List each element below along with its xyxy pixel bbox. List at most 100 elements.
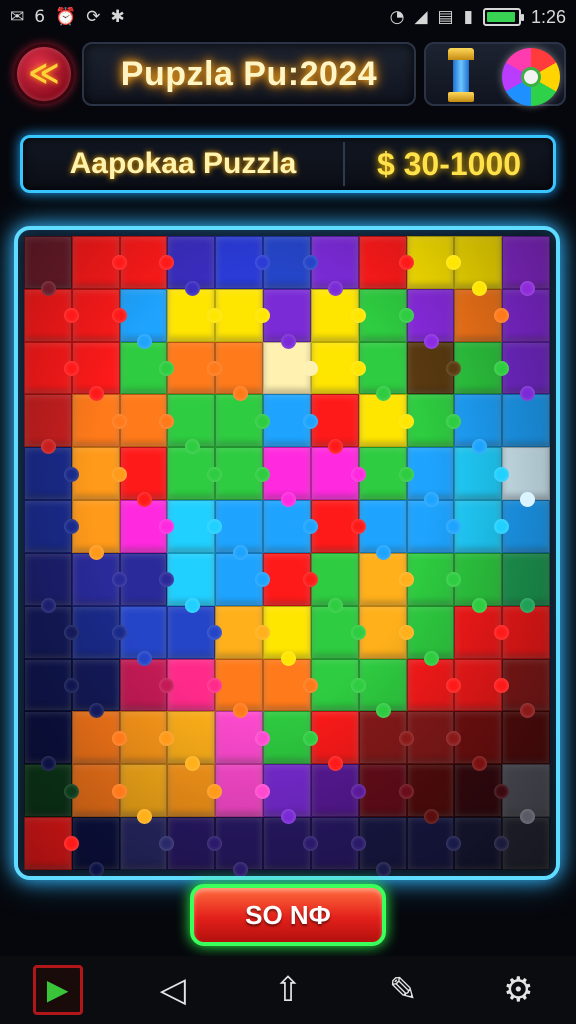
puzzle-piece[interactable] [167, 394, 216, 455]
puzzle-piece[interactable] [454, 236, 503, 296]
puzzle-piece[interactable] [119, 341, 175, 395]
puzzle-piece[interactable] [310, 817, 366, 870]
puzzle-piece[interactable] [167, 447, 223, 501]
puzzle-piece[interactable] [310, 288, 366, 342]
puzzle-piece[interactable] [24, 711, 72, 772]
puzzle-piece[interactable] [502, 394, 550, 448]
puzzle-piece[interactable] [24, 288, 79, 342]
puzzle-piece[interactable] [215, 500, 264, 560]
puzzle-piece[interactable] [502, 288, 550, 342]
puzzle-piece[interactable] [215, 552, 270, 606]
puzzle-piece[interactable] [310, 552, 359, 613]
puzzle-piece[interactable] [263, 658, 318, 712]
puzzle-piece[interactable] [24, 236, 72, 296]
puzzle-piece[interactable] [119, 394, 175, 448]
puzzle-piece[interactable] [167, 236, 216, 296]
puzzle-piece[interactable] [454, 500, 509, 553]
puzzle-piece[interactable] [119, 552, 175, 606]
puzzle-piece[interactable] [502, 552, 550, 613]
puzzle-piece[interactable] [358, 447, 414, 501]
puzzle-piece[interactable] [263, 552, 318, 606]
puzzle-piece[interactable] [502, 711, 550, 765]
puzzle-piece[interactable] [263, 605, 311, 666]
puzzle-piece[interactable] [119, 288, 168, 349]
puzzle-piece[interactable] [406, 552, 462, 606]
puzzle-piece[interactable] [358, 764, 414, 818]
puzzle-piece[interactable] [167, 341, 223, 395]
puzzle-piece[interactable] [502, 447, 550, 507]
puzzle-piece[interactable] [263, 447, 311, 507]
puzzle-piece[interactable] [71, 394, 127, 448]
puzzle-piece[interactable] [167, 605, 223, 659]
puzzle-piece[interactable] [358, 500, 407, 560]
puzzle-piece[interactable] [406, 394, 462, 448]
puzzle-piece[interactable] [263, 711, 318, 765]
puzzle-piece[interactable] [406, 658, 462, 712]
puzzle-piece[interactable] [358, 817, 407, 876]
edit-icon[interactable]: ✎ [373, 962, 433, 1018]
puzzle-piece[interactable] [215, 605, 270, 659]
puzzle-piece[interactable] [119, 447, 168, 507]
puzzle-piece[interactable] [263, 236, 318, 289]
prize-wheel-icon[interactable] [502, 48, 560, 106]
puzzle-piece[interactable] [119, 711, 175, 765]
puzzle-piece[interactable] [119, 605, 168, 666]
puzzle-piece[interactable] [310, 658, 366, 712]
puzzle-piece[interactable] [358, 605, 414, 659]
puzzle-piece[interactable] [502, 341, 550, 402]
puzzle-piece[interactable] [454, 341, 509, 395]
puzzle-piece[interactable] [71, 711, 127, 765]
puzzle-piece[interactable] [167, 764, 223, 818]
back-nav-icon[interactable]: ◁ [143, 962, 203, 1018]
puzzle-piece[interactable] [71, 447, 127, 501]
puzzle-piece[interactable] [167, 288, 223, 342]
puzzle-piece[interactable] [24, 500, 79, 553]
puzzle-piece[interactable] [454, 288, 509, 342]
puzzle-piece[interactable] [119, 236, 175, 289]
puzzle-piece[interactable] [215, 711, 270, 765]
trophy-tower-icon[interactable] [448, 48, 474, 104]
puzzle-piece[interactable] [406, 817, 462, 870]
play-button[interactable]: ▶ [28, 962, 88, 1018]
puzzle-piece[interactable] [502, 500, 550, 553]
puzzle-piece[interactable] [454, 817, 509, 870]
puzzle-piece[interactable] [502, 658, 550, 719]
puzzle-piece[interactable] [454, 552, 503, 613]
puzzle-piece[interactable] [502, 817, 550, 870]
puzzle-piece[interactable] [310, 711, 359, 772]
puzzle-piece[interactable] [263, 341, 318, 395]
puzzle-piece[interactable] [71, 288, 127, 342]
puzzle-piece[interactable] [24, 341, 79, 395]
puzzle-piece[interactable] [406, 605, 455, 666]
puzzle-piece[interactable] [263, 500, 318, 553]
puzzle-piece[interactable] [406, 236, 462, 289]
puzzle-piece[interactable] [502, 236, 550, 296]
puzzle-piece[interactable] [406, 711, 462, 765]
puzzle-piece[interactable] [167, 817, 223, 870]
puzzle-piece[interactable] [310, 764, 366, 818]
puzzle-piece[interactable] [215, 288, 270, 342]
puzzle-piece[interactable] [358, 341, 407, 402]
puzzle-piece[interactable] [167, 711, 216, 772]
puzzle-piece[interactable] [358, 288, 414, 342]
puzzle-piece[interactable] [310, 341, 366, 395]
puzzle-piece[interactable] [310, 236, 359, 296]
puzzle-piece[interactable] [454, 394, 503, 455]
puzzle-piece[interactable] [167, 552, 216, 613]
back-button[interactable]: ≪ [14, 44, 74, 104]
puzzle-piece[interactable] [71, 764, 127, 818]
puzzle-piece[interactable] [454, 658, 509, 712]
puzzle-piece[interactable] [406, 500, 462, 553]
puzzle-piece[interactable] [71, 341, 120, 402]
puzzle-piece[interactable] [71, 605, 127, 659]
puzzle-piece[interactable] [24, 605, 79, 659]
puzzle-piece[interactable] [71, 236, 127, 289]
puzzle-piece[interactable] [454, 447, 509, 501]
puzzle-piece[interactable] [310, 447, 366, 501]
puzzle-piece[interactable] [215, 658, 264, 719]
puzzle-piece[interactable] [119, 658, 175, 712]
puzzle-piece[interactable] [454, 605, 509, 659]
puzzle-piece[interactable] [502, 764, 550, 824]
puzzle-piece[interactable] [71, 658, 120, 719]
puzzle-piece[interactable] [358, 236, 414, 289]
